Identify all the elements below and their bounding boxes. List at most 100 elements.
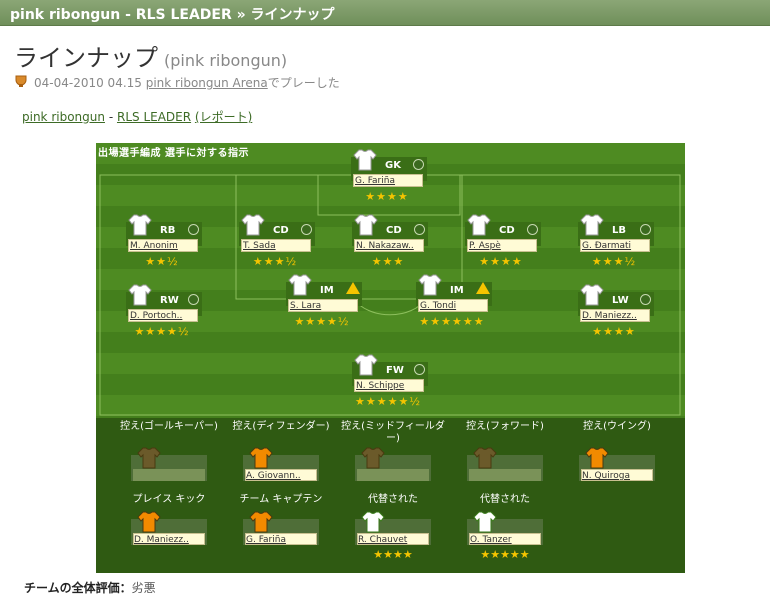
shirt-icon bbox=[128, 284, 152, 306]
special-player-link[interactable]: G. Fariña bbox=[245, 533, 317, 545]
shirt-icon bbox=[249, 511, 273, 533]
special-role-slot[interactable]: D. Maniezz.. bbox=[131, 511, 207, 545]
player-name-link[interactable]: G. Fariña bbox=[353, 174, 423, 187]
team-rating: チームの全体評価：劣悪 bbox=[24, 579, 156, 596]
player-rating-stars: ★★★★★½ bbox=[355, 395, 421, 408]
shirt-icon bbox=[467, 214, 491, 236]
player-slot-cd[interactable]: CD N. Nakazaw.. ★★★ bbox=[352, 214, 428, 270]
position-label: LW bbox=[612, 295, 629, 306]
title-bar: pink ribongun - RLS LEADER » ラインナップ bbox=[0, 0, 770, 26]
shirt-icon bbox=[241, 214, 265, 236]
position-label: RW bbox=[160, 295, 179, 306]
warning-icon bbox=[476, 282, 490, 294]
player-name-link[interactable]: T. Sada bbox=[241, 239, 311, 252]
position-label: IM bbox=[320, 285, 334, 296]
special-role-label: チーム キャプテン bbox=[239, 494, 323, 505]
special-role-slot[interactable]: O. Tanzer ★★★★★ bbox=[467, 511, 543, 561]
breadcrumb: pink ribongun - RLS LEADER » ラインナップ bbox=[10, 7, 335, 23]
player-name-link[interactable]: D. Maniezz.. bbox=[580, 309, 650, 322]
venue-link[interactable]: pink ribongun Arena bbox=[146, 76, 268, 90]
player-slot-im[interactable]: IM G. Tondi ★★★★★★ bbox=[416, 274, 492, 330]
shirt-icon bbox=[473, 447, 497, 469]
bench-slot[interactable] bbox=[355, 447, 431, 481]
bench-label: 控え(ウイング) bbox=[583, 421, 651, 432]
empty-bench-slot bbox=[357, 469, 429, 481]
player-rating-stars: ★★★½ bbox=[591, 255, 637, 268]
match-datetime: 04-04-2010 04.15 bbox=[34, 76, 142, 90]
player-name-link[interactable]: P. Aspè bbox=[467, 239, 537, 252]
player-slot-lw[interactable]: LW D. Maniezz.. ★★★★ bbox=[578, 284, 654, 340]
match-info: 04-04-2010 04.15 pink ribongun Arenaでプレー… bbox=[14, 74, 340, 91]
player-name-link[interactable]: S. Lara bbox=[288, 299, 358, 312]
position-label: GK bbox=[385, 160, 401, 171]
player-slot-rb[interactable]: RB M. Anonim ★★½ bbox=[126, 214, 202, 270]
player-name-link[interactable]: D. Portoch.. bbox=[128, 309, 198, 322]
bench-slot[interactable] bbox=[131, 447, 207, 481]
status-icon bbox=[413, 159, 424, 170]
special-rating-stars: ★★★★★ bbox=[480, 548, 530, 561]
player-name-link[interactable]: N. Schippe bbox=[354, 379, 424, 392]
empty-bench-slot bbox=[133, 469, 205, 481]
shirt-icon bbox=[361, 511, 385, 533]
player-slot-cd[interactable]: CD T. Sada ★★★½ bbox=[239, 214, 315, 270]
status-icon bbox=[188, 294, 199, 305]
shirt-icon bbox=[137, 511, 161, 533]
special-player-link[interactable]: D. Maniezz.. bbox=[133, 533, 205, 545]
special-role-slot[interactable]: R. Chauvet ★★★★ bbox=[355, 511, 431, 561]
shirt-icon bbox=[249, 447, 273, 469]
player-name-link[interactable]: M. Anonim bbox=[128, 239, 198, 252]
player-rating-stars: ★★★★½ bbox=[134, 325, 190, 338]
player-slot-rw[interactable]: RW D. Portoch.. ★★★★½ bbox=[126, 284, 202, 340]
player-slot-gk[interactable]: GK G. Fariña ★★★★ bbox=[351, 149, 427, 205]
special-player-link[interactable]: R. Chauvet bbox=[357, 533, 429, 545]
player-slot-fw[interactable]: FW N. Schippe ★★★★★½ bbox=[352, 354, 428, 410]
report-link[interactable]: (レポート) bbox=[195, 110, 252, 124]
bench-player-link[interactable]: N. Quiroga bbox=[581, 469, 653, 481]
shirt-icon bbox=[473, 511, 497, 533]
lineup-pitch: 出場選手編成 選手に対する指示 GK G. Fariña ★★★★ RB M. Anon… bbox=[96, 143, 685, 573]
status-icon bbox=[527, 224, 538, 235]
page-title-text: ラインナップ bbox=[14, 44, 158, 72]
lineup-tabs[interactable]: 出場選手編成 選手に対する指示 bbox=[98, 144, 249, 159]
match-suffix: でプレーした bbox=[267, 76, 340, 90]
rating-value: 劣悪 bbox=[131, 581, 156, 595]
shirt-icon bbox=[288, 274, 312, 296]
player-slot-im[interactable]: IM S. Lara ★★★★½ bbox=[286, 274, 362, 330]
player-name-link[interactable]: G. Đarmati bbox=[580, 239, 650, 252]
empty-bench-slot bbox=[469, 469, 541, 481]
away-team-link[interactable]: RLS LEADER bbox=[117, 110, 191, 124]
player-rating-stars: ★★★ bbox=[371, 255, 405, 268]
shirt-icon bbox=[353, 149, 377, 171]
player-rating-stars: ★★★★★★ bbox=[419, 315, 485, 328]
status-icon bbox=[188, 224, 199, 235]
bench-label: 控え(フォワード) bbox=[466, 421, 544, 432]
position-label: IM bbox=[450, 285, 464, 296]
position-label: CD bbox=[273, 225, 289, 236]
home-team-link[interactable]: pink ribongun bbox=[22, 110, 105, 124]
player-slot-cd[interactable]: CD P. Aspè ★★★★ bbox=[465, 214, 541, 270]
shirt-icon bbox=[354, 214, 378, 236]
player-slot-lb[interactable]: LB G. Đarmati ★★★½ bbox=[578, 214, 654, 270]
player-name-link[interactable]: N. Nakazaw.. bbox=[354, 239, 424, 252]
bench-label: 控え(ディフェンダー) bbox=[232, 421, 330, 432]
special-role-label: 代替された bbox=[480, 494, 530, 505]
warning-icon bbox=[346, 282, 360, 294]
trophy-icon bbox=[14, 75, 28, 89]
position-label: FW bbox=[386, 365, 404, 376]
shirt-icon bbox=[361, 447, 385, 469]
rating-label: チームの全体評価： bbox=[24, 581, 132, 595]
player-rating-stars: ★★★★ bbox=[592, 325, 636, 338]
player-rating-stars: ★★½ bbox=[145, 255, 179, 268]
player-name-link[interactable]: G. Tondi bbox=[418, 299, 488, 312]
bench-slot[interactable]: N. Quiroga bbox=[579, 447, 655, 481]
bench-player-link[interactable]: A. Giovann.. bbox=[245, 469, 317, 481]
shirt-icon bbox=[580, 214, 604, 236]
shirt-icon bbox=[128, 214, 152, 236]
special-player-link[interactable]: O. Tanzer bbox=[469, 533, 541, 545]
shirt-icon bbox=[585, 447, 609, 469]
bench-slot[interactable] bbox=[467, 447, 543, 481]
status-icon bbox=[301, 224, 312, 235]
status-icon bbox=[640, 224, 651, 235]
bench-slot[interactable]: A. Giovann.. bbox=[243, 447, 319, 481]
special-role-slot[interactable]: G. Fariña bbox=[243, 511, 319, 545]
